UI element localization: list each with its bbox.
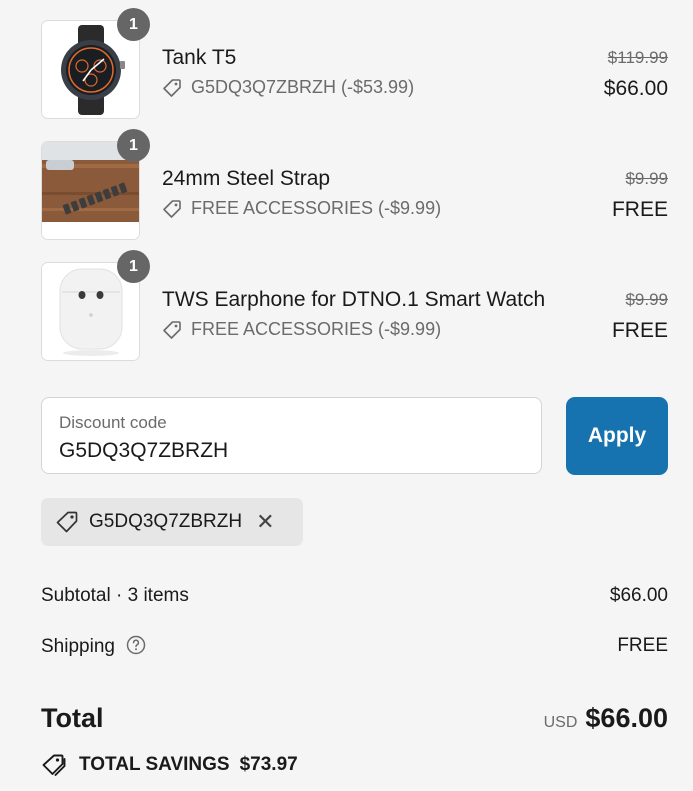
help-icon[interactable] xyxy=(126,635,146,661)
item-discount-text: FREE ACCESSORIES (-$9.99) xyxy=(191,319,442,339)
remove-discount-icon[interactable]: ✕ xyxy=(256,509,274,535)
final-price: FREE xyxy=(611,319,668,342)
item-name: Tank T5 xyxy=(162,46,237,69)
subtotal-value: $66.00 xyxy=(609,585,668,606)
subtotal-label: Subtotal · 3 items xyxy=(41,585,189,606)
tag-icon xyxy=(163,199,181,218)
tag-icon xyxy=(163,78,181,97)
original-price: $9.99 xyxy=(625,290,668,309)
shipping-label: Shipping xyxy=(41,636,115,657)
applied-discount-tag: G5DQ3Q7ZBRZH ✕ xyxy=(41,498,303,546)
applied-discount-code: G5DQ3Q7ZBRZH xyxy=(89,511,243,532)
shipping-row: Shipping FREE xyxy=(41,635,668,661)
item-discount: FREE ACCESSORIES (-$9.99) xyxy=(162,198,441,219)
total-savings: TOTAL SAVINGS $73.97 xyxy=(41,753,298,777)
line-item: 1 Tank T5 G5DQ3Q7ZBRZH (-$53.99) $119.99… xyxy=(41,8,668,120)
currency-code: USD xyxy=(543,714,578,731)
total-value: $66.00 xyxy=(585,703,668,733)
line-item: 1 24mm Steel Strap FREE ACCESSORIES (-$9… xyxy=(41,129,668,241)
tag-icon xyxy=(56,511,78,533)
discount-code-value[interactable]: G5DQ3Q7ZBRZH xyxy=(59,439,228,463)
item-discount-text: FREE ACCESSORIES (-$9.99) xyxy=(191,198,442,218)
quantity-badge: 1 xyxy=(117,250,150,283)
item-discount: FREE ACCESSORIES (-$9.99) xyxy=(162,319,441,340)
apply-button[interactable]: Apply xyxy=(566,397,668,475)
discount-code-input[interactable]: Discount code G5DQ3Q7ZBRZH xyxy=(41,397,542,474)
total-amount: USD $66.00 xyxy=(544,703,668,734)
quantity-badge: 1 xyxy=(117,129,150,162)
line-item: 1 TWS Earphone for DTNO.1 Smart Watch FR… xyxy=(41,250,668,362)
tag-icon xyxy=(163,320,181,339)
savings-tag-icon xyxy=(42,754,66,776)
savings-value: $73.97 xyxy=(239,754,298,775)
item-name: 24mm Steel Strap xyxy=(162,167,331,190)
item-discount: G5DQ3Q7ZBRZH (-$53.99) xyxy=(162,77,414,98)
total-label: Total xyxy=(41,703,104,733)
savings-label: TOTAL SAVINGS xyxy=(79,754,230,775)
final-price: FREE xyxy=(611,198,668,221)
original-price: $119.99 xyxy=(607,48,668,67)
shipping-value: FREE xyxy=(617,635,668,656)
item-discount-text: G5DQ3Q7ZBRZH (-$53.99) xyxy=(191,77,415,97)
discount-code-label: Discount code xyxy=(59,413,167,432)
quantity-badge: 1 xyxy=(117,8,150,41)
original-price: $9.99 xyxy=(625,169,668,188)
final-price: $66.00 xyxy=(603,77,668,100)
subtotal-row: Subtotal · 3 items $66.00 xyxy=(41,585,668,607)
item-name: TWS Earphone for DTNO.1 Smart Watch xyxy=(162,288,546,311)
